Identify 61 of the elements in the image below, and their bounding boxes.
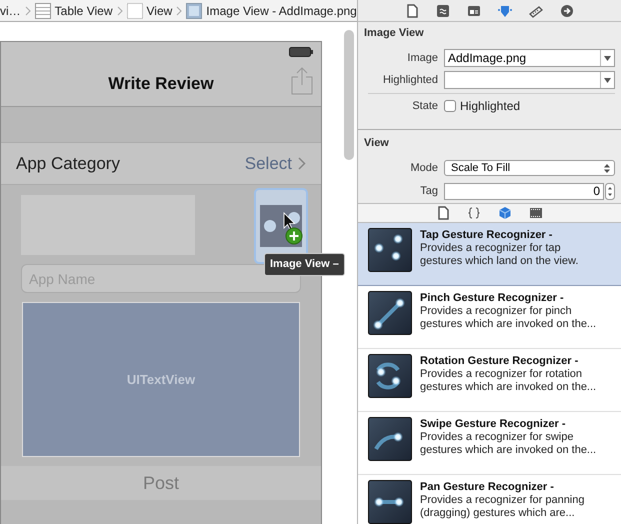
gesture-pan-icon <box>368 480 412 524</box>
library-item-title: Pan Gesture Recognizer - <box>420 481 555 494</box>
field-label: State <box>411 98 438 114</box>
section-title: View <box>364 136 390 150</box>
battery-icon <box>289 47 313 57</box>
breadcrumb-item[interactable]: vi… <box>0 2 21 20</box>
field-label: Mode <box>409 160 438 176</box>
dropdown-arrow-icon[interactable] <box>600 72 614 88</box>
chevron-icon <box>298 157 306 170</box>
library-item[interactable]: Tap Gesture Recognizer - Provides a recognizer for tap gestures which land on the view. <box>358 223 621 286</box>
gesture-pinch-icon <box>368 291 412 335</box>
tag-field[interactable]: 0 <box>444 182 604 200</box>
arrow-circle-icon[interactable] <box>560 4 574 18</box>
chevron-icon <box>176 6 182 16</box>
ruler-icon[interactable] <box>529 4 543 18</box>
gesture-swipe-icon <box>368 417 412 461</box>
field-label: Highlighted <box>382 72 438 88</box>
library-item-description: Provides a recognizer for swipe gestures which are invoked on the... <box>420 431 598 457</box>
breadcrumb-item[interactable]: View <box>146 2 172 20</box>
drag-tooltip: Image View – <box>264 253 345 276</box>
category-label: App Category <box>16 152 120 175</box>
library-item-description: Provides a recognizer for rotation gestures which are invoked on the... <box>420 368 598 394</box>
view-icon <box>126 2 142 18</box>
gesture-rotation-icon <box>368 354 412 398</box>
table-icon <box>34 2 51 18</box>
nav-title: Write Review <box>108 73 214 96</box>
library-item-title: Rotation Gesture Recognizer - <box>420 355 580 368</box>
shield-icon[interactable] <box>498 4 512 18</box>
library-item-title: Swipe Gesture Recognizer - <box>420 418 566 431</box>
text-view-label: UITextView <box>126 370 196 389</box>
library-item-description: Provides a recognizer for tap gestures which land on the view. <box>420 242 580 268</box>
library-item-description: Provides a recognizer for pinch gestures which are invoked on the... <box>420 305 598 331</box>
image-icon <box>186 2 202 18</box>
image-combo-box[interactable]: AddImage.png <box>444 49 615 67</box>
updown-arrows-icon <box>604 164 610 172</box>
chevron-icon <box>116 6 122 16</box>
cube-icon[interactable] <box>498 206 512 220</box>
library-item-title: Tap Gesture Recognizer - <box>420 229 554 242</box>
library-item-title: Pinch Gesture Recognizer - <box>420 292 565 305</box>
braces-icon[interactable] <box>467 206 481 220</box>
stepper-icon[interactable] <box>605 182 615 200</box>
dropdown-arrow-icon[interactable] <box>600 50 614 66</box>
file-icon[interactable] <box>436 206 450 220</box>
file-icon[interactable] <box>405 4 419 18</box>
identity-icon[interactable] <box>467 4 481 18</box>
field-label: Image <box>406 50 438 66</box>
category-row[interactable]: App Category Select <box>1 142 321 185</box>
breadcrumb-item[interactable]: Table View <box>54 2 112 20</box>
help-icon[interactable] <box>436 4 450 18</box>
library-item-description: Provides a recognizer for panning (dragging) gestures which are... <box>420 494 586 520</box>
film-icon[interactable] <box>529 206 543 220</box>
mode-popup-button[interactable]: Scale To Fill <box>444 160 615 176</box>
highlighted-checkbox[interactable] <box>444 100 456 112</box>
section-title: Image View <box>364 26 425 41</box>
category-value: Select <box>244 152 292 175</box>
scrollbar[interactable] <box>344 30 354 160</box>
breadcrumb-item[interactable]: Image View - AddImage.png <box>206 2 357 20</box>
chevron-icon <box>24 6 31 16</box>
gesture-tap-icon <box>368 228 412 272</box>
field-label: Tag <box>419 184 438 199</box>
checkbox-label: Highlighted <box>460 98 520 115</box>
